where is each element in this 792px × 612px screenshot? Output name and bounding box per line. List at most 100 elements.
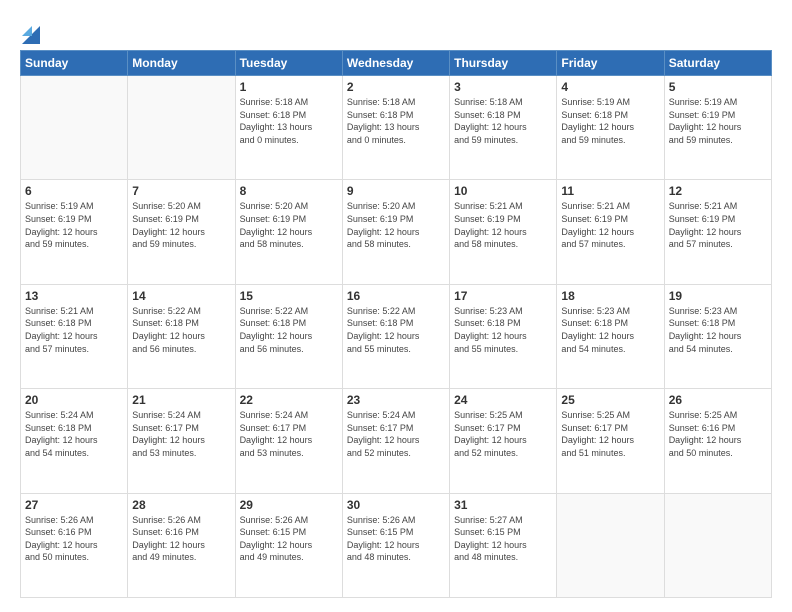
calendar-cell: 8 Sunrise: 5:20 AMSunset: 6:19 PMDaylight…: [235, 180, 342, 284]
calendar-cell: 9 Sunrise: 5:20 AMSunset: 6:19 PMDaylight…: [342, 180, 449, 284]
day-info: Sunrise: 5:21 AMSunset: 6:19 PMDaylight:…: [669, 200, 767, 250]
day-number: 12: [669, 184, 767, 198]
calendar-cell: 26 Sunrise: 5:25 AMSunset: 6:16 PMDayligh…: [664, 389, 771, 493]
day-info: Sunrise: 5:20 AMSunset: 6:19 PMDaylight:…: [240, 200, 338, 250]
calendar-cell: 25 Sunrise: 5:25 AMSunset: 6:17 PMDayligh…: [557, 389, 664, 493]
calendar-cell: 5 Sunrise: 5:19 AMSunset: 6:19 PMDaylight…: [664, 76, 771, 180]
calendar-cell: 31 Sunrise: 5:27 AMSunset: 6:15 PMDayligh…: [450, 493, 557, 597]
calendar-cell: [128, 76, 235, 180]
day-info: Sunrise: 5:25 AMSunset: 6:17 PMDaylight:…: [454, 409, 552, 459]
day-info: Sunrise: 5:26 AMSunset: 6:15 PMDaylight:…: [240, 514, 338, 564]
day-info: Sunrise: 5:25 AMSunset: 6:16 PMDaylight:…: [669, 409, 767, 459]
day-info: Sunrise: 5:24 AMSunset: 6:17 PMDaylight:…: [132, 409, 230, 459]
day-info: Sunrise: 5:23 AMSunset: 6:18 PMDaylight:…: [454, 305, 552, 355]
weekday-header-saturday: Saturday: [664, 51, 771, 76]
calendar-cell: 3 Sunrise: 5:18 AMSunset: 6:18 PMDaylight…: [450, 76, 557, 180]
calendar-cell: [664, 493, 771, 597]
day-info: Sunrise: 5:23 AMSunset: 6:18 PMDaylight:…: [669, 305, 767, 355]
day-number: 30: [347, 498, 445, 512]
calendar-cell: 20 Sunrise: 5:24 AMSunset: 6:18 PMDayligh…: [21, 389, 128, 493]
calendar-cell: 28Sunrise: 5:26 AMSunset: 6:16 PMDayligh…: [128, 493, 235, 597]
calendar-cell: 6 Sunrise: 5:19 AMSunset: 6:19 PMDaylight…: [21, 180, 128, 284]
week-row-3: 13Sunrise: 5:21 AMSunset: 6:18 PMDayligh…: [21, 284, 772, 388]
day-number: 31: [454, 498, 552, 512]
day-number: 19: [669, 289, 767, 303]
day-info: Sunrise: 5:21 AMSunset: 6:19 PMDaylight:…: [561, 200, 659, 250]
calendar-cell: 15 Sunrise: 5:22 AMSunset: 6:18 PMDayligh…: [235, 284, 342, 388]
day-number: 20: [25, 393, 123, 407]
calendar-cell: 10 Sunrise: 5:21 AMSunset: 6:19 PMDayligh…: [450, 180, 557, 284]
weekday-header-monday: Monday: [128, 51, 235, 76]
day-info: Sunrise: 5:22 AMSunset: 6:18 PMDaylight:…: [240, 305, 338, 355]
day-info: Sunrise: 5:27 AMSunset: 6:15 PMDaylight:…: [454, 514, 552, 564]
calendar-cell: 17 Sunrise: 5:23 AMSunset: 6:18 PMDayligh…: [450, 284, 557, 388]
day-info: Sunrise: 5:18 AMSunset: 6:18 PMDaylight:…: [240, 96, 338, 146]
day-number: 9: [347, 184, 445, 198]
day-number: 11: [561, 184, 659, 198]
calendar-cell: 12 Sunrise: 5:21 AMSunset: 6:19 PMDayligh…: [664, 180, 771, 284]
day-info: Sunrise: 5:25 AMSunset: 6:17 PMDaylight:…: [561, 409, 659, 459]
day-number: 26: [669, 393, 767, 407]
weekday-header-tuesday: Tuesday: [235, 51, 342, 76]
calendar-cell: 13Sunrise: 5:21 AMSunset: 6:18 PMDayligh…: [21, 284, 128, 388]
day-info: Sunrise: 5:19 AMSunset: 6:19 PMDaylight:…: [25, 200, 123, 250]
day-number: 24: [454, 393, 552, 407]
logo: [20, 18, 40, 44]
day-number: 27: [25, 498, 123, 512]
week-row-1: 1Sunrise: 5:18 AMSunset: 6:18 PMDaylight…: [21, 76, 772, 180]
calendar-cell: 18 Sunrise: 5:23 AMSunset: 6:18 PMDayligh…: [557, 284, 664, 388]
week-row-4: 20 Sunrise: 5:24 AMSunset: 6:18 PMDayligh…: [21, 389, 772, 493]
day-info: Sunrise: 5:23 AMSunset: 6:18 PMDaylight:…: [561, 305, 659, 355]
day-number: 17: [454, 289, 552, 303]
day-number: 18: [561, 289, 659, 303]
day-number: 23: [347, 393, 445, 407]
day-number: 28: [132, 498, 230, 512]
day-info: Sunrise: 5:18 AMSunset: 6:18 PMDaylight:…: [454, 96, 552, 146]
calendar-cell: 30 Sunrise: 5:26 AMSunset: 6:15 PMDayligh…: [342, 493, 449, 597]
day-number: 5: [669, 80, 767, 94]
weekday-header-friday: Friday: [557, 51, 664, 76]
day-number: 16: [347, 289, 445, 303]
header: [20, 18, 772, 44]
day-info: Sunrise: 5:24 AMSunset: 6:17 PMDaylight:…: [240, 409, 338, 459]
day-number: 7: [132, 184, 230, 198]
day-number: 14: [132, 289, 230, 303]
day-info: Sunrise: 5:20 AMSunset: 6:19 PMDaylight:…: [132, 200, 230, 250]
day-number: 3: [454, 80, 552, 94]
day-number: 29: [240, 498, 338, 512]
day-info: Sunrise: 5:19 AMSunset: 6:19 PMDaylight:…: [669, 96, 767, 146]
calendar-cell: 24 Sunrise: 5:25 AMSunset: 6:17 PMDayligh…: [450, 389, 557, 493]
calendar-cell: 16Sunrise: 5:22 AMSunset: 6:18 PMDayligh…: [342, 284, 449, 388]
day-info: Sunrise: 5:22 AMSunset: 6:18 PMDaylight:…: [132, 305, 230, 355]
weekday-header-thursday: Thursday: [450, 51, 557, 76]
weekday-header-wednesday: Wednesday: [342, 51, 449, 76]
calendar-cell: [557, 493, 664, 597]
day-info: Sunrise: 5:18 AMSunset: 6:18 PMDaylight:…: [347, 96, 445, 146]
day-info: Sunrise: 5:24 AMSunset: 6:18 PMDaylight:…: [25, 409, 123, 459]
calendar-cell: 14 Sunrise: 5:22 AMSunset: 6:18 PMDayligh…: [128, 284, 235, 388]
weekday-header-row: SundayMondayTuesdayWednesdayThursdayFrid…: [21, 51, 772, 76]
day-info: Sunrise: 5:20 AMSunset: 6:19 PMDaylight:…: [347, 200, 445, 250]
day-info: Sunrise: 5:26 AMSunset: 6:16 PMDaylight:…: [25, 514, 123, 564]
calendar-cell: 1Sunrise: 5:18 AMSunset: 6:18 PMDaylight…: [235, 76, 342, 180]
day-info: Sunrise: 5:21 AMSunset: 6:19 PMDaylight:…: [454, 200, 552, 250]
day-number: 10: [454, 184, 552, 198]
calendar-cell: 4 Sunrise: 5:19 AMSunset: 6:18 PMDaylight…: [557, 76, 664, 180]
calendar-cell: [21, 76, 128, 180]
day-info: Sunrise: 5:26 AMSunset: 6:15 PMDaylight:…: [347, 514, 445, 564]
calendar-table: SundayMondayTuesdayWednesdayThursdayFrid…: [20, 50, 772, 598]
calendar-cell: 2 Sunrise: 5:18 AMSunset: 6:18 PMDaylight…: [342, 76, 449, 180]
calendar-cell: 27 Sunrise: 5:26 AMSunset: 6:16 PMDayligh…: [21, 493, 128, 597]
day-number: 25: [561, 393, 659, 407]
day-number: 8: [240, 184, 338, 198]
day-number: 6: [25, 184, 123, 198]
day-info: Sunrise: 5:19 AMSunset: 6:18 PMDaylight:…: [561, 96, 659, 146]
weekday-header-sunday: Sunday: [21, 51, 128, 76]
day-number: 4: [561, 80, 659, 94]
day-number: 15: [240, 289, 338, 303]
week-row-2: 6 Sunrise: 5:19 AMSunset: 6:19 PMDaylight…: [21, 180, 772, 284]
calendar-cell: 23 Sunrise: 5:24 AMSunset: 6:17 PMDayligh…: [342, 389, 449, 493]
calendar-cell: 7 Sunrise: 5:20 AMSunset: 6:19 PMDaylight…: [128, 180, 235, 284]
day-number: 2: [347, 80, 445, 94]
day-info: Sunrise: 5:24 AMSunset: 6:17 PMDaylight:…: [347, 409, 445, 459]
